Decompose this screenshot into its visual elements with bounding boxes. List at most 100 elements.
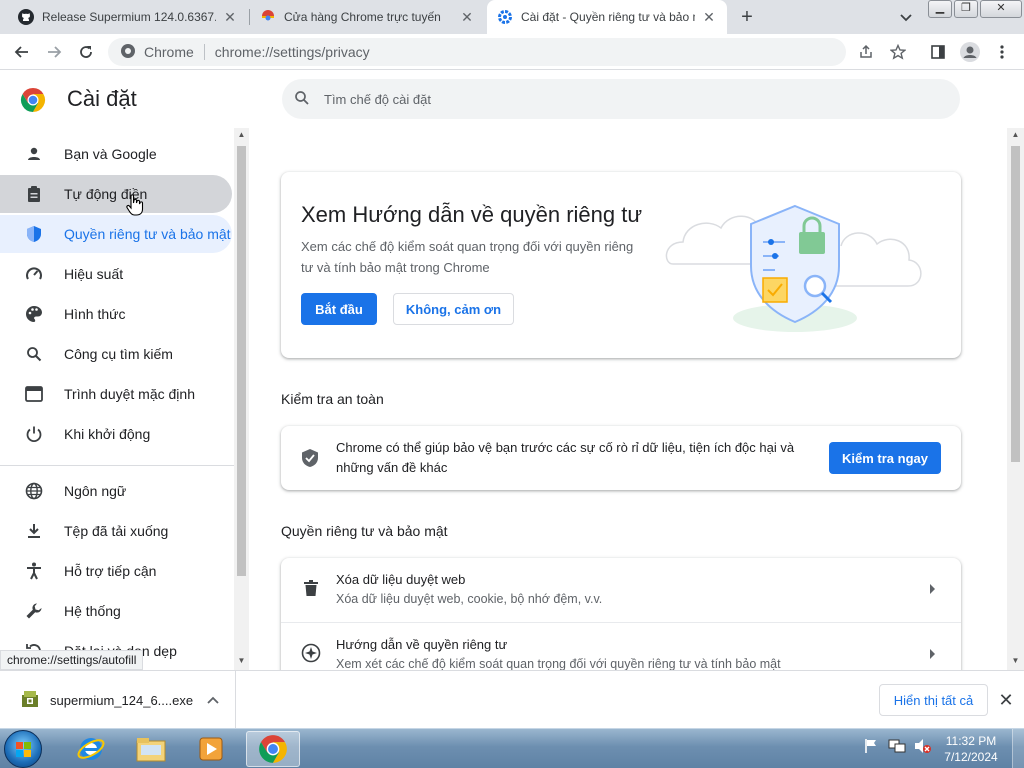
back-arrow-icon[interactable] xyxy=(10,40,34,64)
maximize-button[interactable]: ❐ xyxy=(954,0,978,18)
scroll-up-icon[interactable]: ▲ xyxy=(1008,128,1023,142)
main-scroll-thumb[interactable] xyxy=(1011,146,1020,462)
address-origin: Chrome xyxy=(144,44,194,60)
start-button[interactable]: Bắt đầu xyxy=(301,293,377,325)
file-explorer-icon[interactable] xyxy=(124,731,178,767)
sidebar-item-label: Hiệu suất xyxy=(64,266,124,282)
status-url-bubble: chrome://settings/autofill xyxy=(0,650,144,670)
media-player-icon[interactable] xyxy=(184,731,238,767)
wrench-icon xyxy=(24,601,44,621)
action-center-flag-icon[interactable] xyxy=(862,737,880,755)
safety-check-heading: Kiểm tra an toàn xyxy=(281,391,384,407)
browser-toolbar: Chrome chrome://settings/privacy xyxy=(0,34,1024,70)
row-subtitle: Xóa dữ liệu duyệt web, cookie, bộ nhớ đệ… xyxy=(336,592,603,606)
sidebar-scrollbar[interactable]: ▲ ▼ xyxy=(234,128,249,670)
hand-cursor-icon xyxy=(126,194,144,219)
no-thanks-button[interactable]: Không, cảm ơn xyxy=(393,293,514,325)
bookmark-star-icon[interactable] xyxy=(886,40,910,64)
sidebar-item-performance[interactable]: Hiệu suất xyxy=(0,255,232,293)
minimize-button[interactable]: ▁ xyxy=(928,0,952,18)
download-icon xyxy=(24,521,44,541)
profile-avatar-icon[interactable] xyxy=(958,40,982,64)
arrow-right-icon xyxy=(930,649,935,659)
sidebar-item-languages[interactable]: Ngôn ngữ xyxy=(0,472,232,510)
tab-chrome-web-store[interactable]: Cửa hàng Chrome trực tuyến ✕ xyxy=(250,0,485,34)
search-icon xyxy=(294,90,310,109)
address-bar[interactable]: Chrome chrome://settings/privacy xyxy=(108,38,846,66)
share-icon[interactable] xyxy=(854,40,878,64)
row-title: Xóa dữ liệu duyệt web xyxy=(336,572,466,587)
window-controls: ▁ ❐ ✕ xyxy=(928,0,1024,18)
sidebar-item-label: Hệ thống xyxy=(64,603,121,619)
sidebar-item-system[interactable]: Hệ thống xyxy=(0,592,232,630)
sidebar-item-appearance[interactable]: Hình thức xyxy=(0,295,232,333)
search-icon xyxy=(24,344,44,364)
tab-settings-privacy[interactable]: Cài đặt - Quyền riêng tư và bảo m ✕ xyxy=(487,0,727,34)
network-icon[interactable] xyxy=(888,737,906,755)
webstore-icon xyxy=(260,9,276,25)
new-tab-button[interactable]: + xyxy=(736,6,758,28)
taskbar-clock[interactable]: 11:32 PM 7/12/2024 xyxy=(936,733,1006,765)
check-now-button[interactable]: Kiểm tra ngay xyxy=(829,442,941,474)
volume-muted-icon[interactable] xyxy=(914,737,932,755)
clock-date: 7/12/2024 xyxy=(944,750,998,764)
sidebar-item-autofill[interactable]: Tự động điền xyxy=(0,175,232,213)
tab-release-supermium[interactable]: Release Supermium 124.0.6367.2 ✕ xyxy=(8,0,248,34)
sidebar-scroll-thumb[interactable] xyxy=(237,146,246,576)
chrome-taskbar-icon[interactable] xyxy=(246,731,300,767)
globe-icon xyxy=(24,481,44,501)
tab-title: Release Supermium 124.0.6367.2 xyxy=(42,10,216,24)
reload-icon[interactable] xyxy=(74,40,98,64)
sidebar-item-you-and-google[interactable]: Bạn và Google xyxy=(0,135,232,173)
sidebar-item-label: Ngôn ngữ xyxy=(64,483,127,499)
chrome-site-icon[interactable] xyxy=(120,43,136,62)
sidebar-divider xyxy=(0,465,234,466)
sidebar-item-search-engine[interactable]: Công cụ tìm kiếm xyxy=(0,335,232,373)
palette-icon xyxy=(24,304,44,324)
scroll-down-icon[interactable]: ▼ xyxy=(1008,654,1023,668)
promo-title: Xem Hướng dẫn về quyền riêng tư xyxy=(301,202,643,227)
windows-start-icon[interactable] xyxy=(4,730,42,768)
chevron-up-icon[interactable] xyxy=(207,693,219,707)
sidebar-item-downloads[interactable]: Tệp đã tải xuống xyxy=(0,512,232,550)
forward-arrow-icon[interactable] xyxy=(42,40,66,64)
side-panel-icon[interactable] xyxy=(926,40,950,64)
arrow-right-icon xyxy=(930,584,935,594)
download-item[interactable]: supermium_124_6....exe xyxy=(0,671,236,729)
privacy-guide-promo-card: Xem Hướng dẫn về quyền riêng tư Xem các … xyxy=(281,172,961,358)
safety-check-text: Chrome có thể giúp bảo vệ bạn trước các … xyxy=(336,440,795,475)
compass-icon xyxy=(301,643,321,663)
clear-browsing-data-row[interactable]: Xóa dữ liệu duyệt web Xóa dữ liệu duyệt … xyxy=(281,558,961,623)
trash-icon xyxy=(301,578,321,598)
sidebar-item-default-browser[interactable]: Trình duyệt mặc định xyxy=(0,375,232,413)
close-icon[interactable]: ✕ xyxy=(222,9,238,25)
github-icon xyxy=(18,9,34,25)
row-title: Hướng dẫn về quyền riêng tư xyxy=(336,637,508,652)
scroll-up-icon[interactable]: ▲ xyxy=(234,128,249,142)
clock-time: 11:32 PM xyxy=(945,734,997,748)
person-icon xyxy=(24,144,44,164)
show-desktop-button[interactable] xyxy=(1012,729,1024,768)
tab-title: Cửa hàng Chrome trực tuyến xyxy=(284,10,441,24)
settings-search-input[interactable]: Tìm chế độ cài đặt xyxy=(282,79,960,119)
installer-file-icon xyxy=(20,689,40,712)
close-icon[interactable]: ✕ xyxy=(701,9,717,25)
windows-taskbar: 11:32 PM 7/12/2024 xyxy=(0,728,1024,768)
close-icon[interactable]: ✕ xyxy=(459,9,475,25)
internet-explorer-icon[interactable] xyxy=(64,731,118,767)
sidebar-item-accessibility[interactable]: Hỗ trợ tiếp cận xyxy=(0,552,232,590)
menu-kebab-icon[interactable] xyxy=(990,40,1014,64)
main-scrollbar[interactable]: ▲ ▼ xyxy=(1007,128,1024,670)
close-icon[interactable]: ✕ xyxy=(996,690,1016,710)
privacy-guide-row[interactable]: Hướng dẫn về quyền riêng tư Xem xét các … xyxy=(281,623,961,670)
promo-description: Xem các chế độ kiểm soát quan trọng đối … xyxy=(301,239,634,275)
settings-main: Xem Hướng dẫn về quyền riêng tư Xem các … xyxy=(249,128,1007,670)
sidebar-item-on-startup[interactable]: Khi khởi động xyxy=(0,415,232,453)
privacy-security-card: Xóa dữ liệu duyệt web Xóa dữ liệu duyệt … xyxy=(281,558,961,670)
window-close-button[interactable]: ✕ xyxy=(980,0,1022,18)
scroll-down-icon[interactable]: ▼ xyxy=(234,654,249,668)
page-title: Cài đặt xyxy=(67,86,137,111)
tab-search-chevron-icon[interactable] xyxy=(896,8,916,28)
sidebar-item-privacy-security[interactable]: Quyền riêng tư và bảo mật xyxy=(0,215,232,253)
show-all-downloads-button[interactable]: Hiển thị tất cả xyxy=(879,684,988,716)
